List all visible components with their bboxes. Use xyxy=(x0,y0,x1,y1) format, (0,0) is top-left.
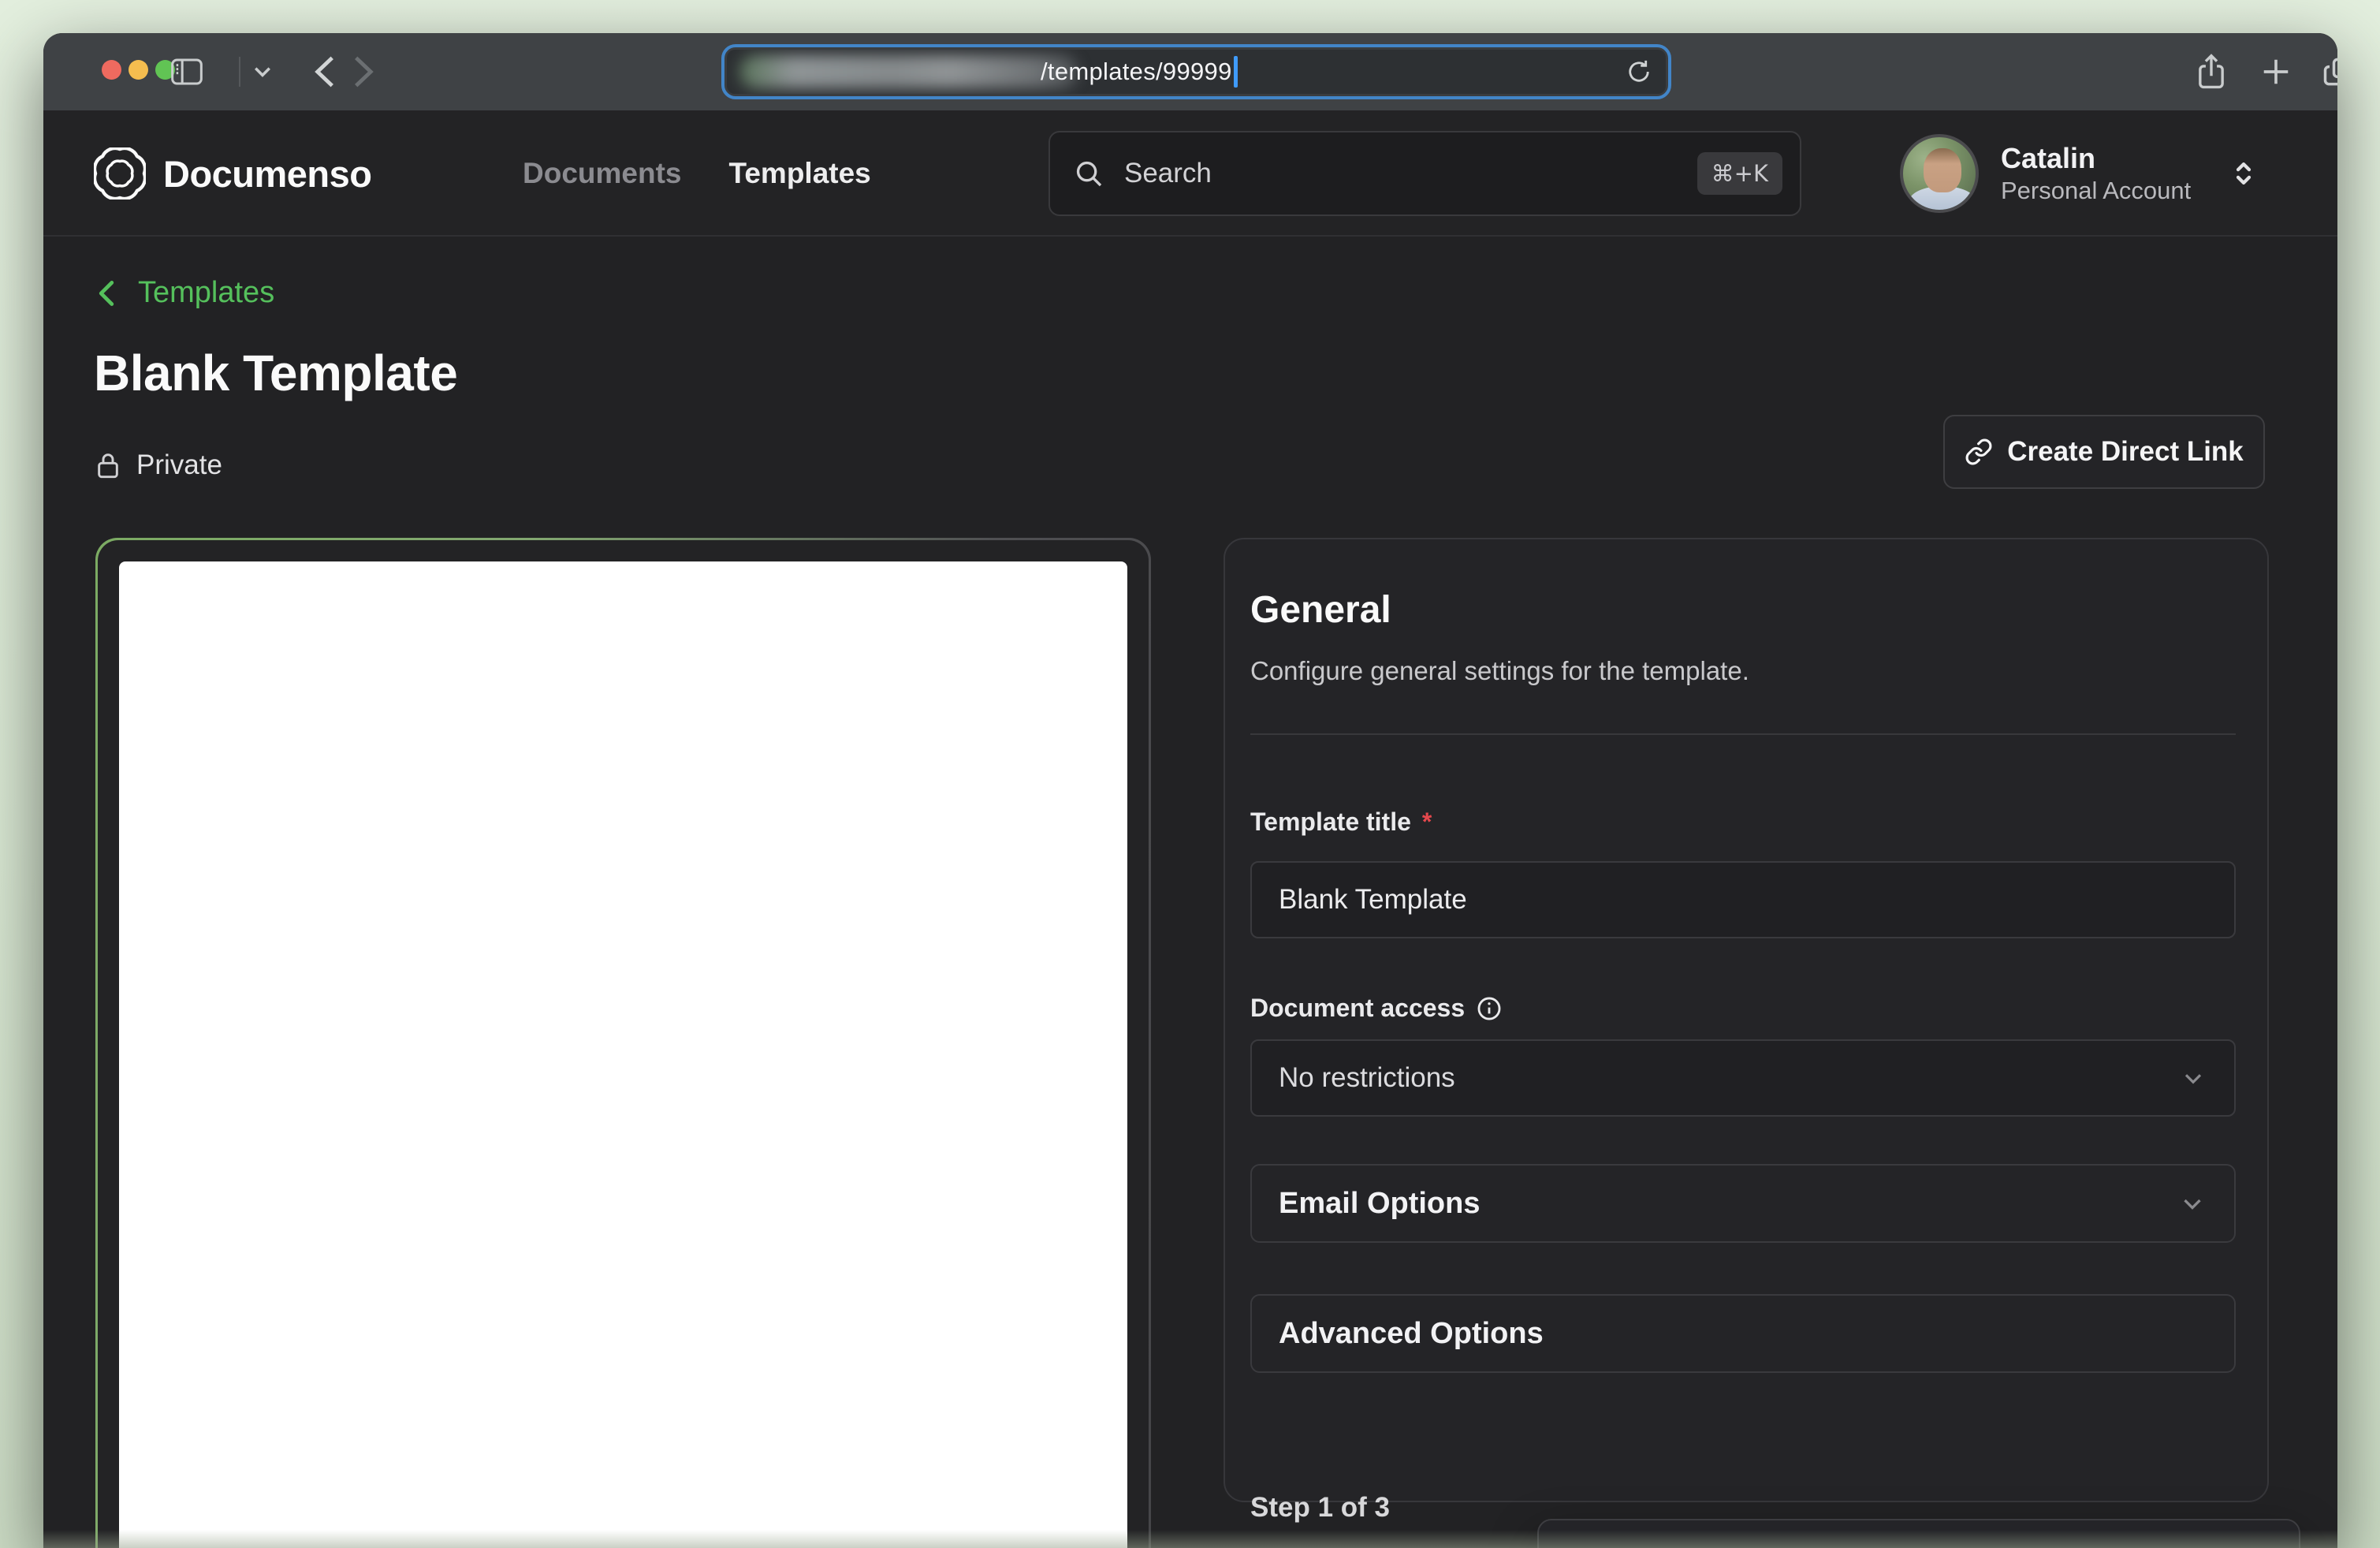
search-placeholder: Search xyxy=(1124,158,1697,189)
account-text: Catalin Personal Account xyxy=(2001,140,2191,207)
settings-panel-inner: General Configure general settings for t… xyxy=(1250,539,2236,1501)
search-icon xyxy=(1074,159,1104,188)
chevron-down-icon xyxy=(254,66,271,77)
address-field: /templates/99999 xyxy=(727,50,1666,94)
panel-divider xyxy=(1250,733,2236,735)
required-asterisk: * xyxy=(1422,808,1432,837)
url-domain-redaction xyxy=(739,55,1078,88)
brand-name: Documenso xyxy=(163,152,372,196)
create-direct-link-button[interactable]: Create Direct Link xyxy=(1943,415,2265,489)
chevrons-up-down-icon xyxy=(2227,155,2260,192)
plus-icon xyxy=(2259,55,2292,88)
traffic-light-minimize[interactable] xyxy=(128,60,148,80)
avatar-face xyxy=(1924,148,1961,192)
search-shortcut-badge: ⌘+K xyxy=(1697,152,1782,195)
address-bar[interactable]: /templates/99999 xyxy=(721,44,1671,99)
template-title-input[interactable] xyxy=(1250,861,2236,938)
app-header: Documenso Documents Templates Search ⌘+K… xyxy=(43,110,2337,237)
panel-subtitle: Configure general settings for the templ… xyxy=(1250,656,1749,686)
template-title-label: Template title * xyxy=(1250,808,1432,837)
browser-toolbar: /templates/99999 xyxy=(43,33,2337,110)
reload-icon xyxy=(1625,58,1653,86)
url-path: /templates/99999 xyxy=(1041,58,1232,86)
page-content: Templates Blank Template Private Create … xyxy=(43,238,2337,1548)
advanced-options-toggle[interactable]: Advanced Options xyxy=(1250,1294,2236,1373)
breadcrumb-label: Templates xyxy=(138,276,274,310)
nav-item-templates[interactable]: Templates xyxy=(728,157,870,190)
template-title-label-text: Template title xyxy=(1250,808,1411,837)
back-icon xyxy=(315,55,335,88)
breadcrumb-templates-link[interactable]: Templates xyxy=(95,276,274,310)
toolbar-divider xyxy=(239,57,240,87)
avatar xyxy=(1900,134,1979,213)
nav-item-documents[interactable]: Documents xyxy=(523,157,681,190)
visibility-badge: Private xyxy=(95,449,222,481)
share-icon xyxy=(2196,54,2227,90)
document-preview-inner xyxy=(98,540,1149,1548)
document-page xyxy=(119,561,1127,1548)
panel-title: General xyxy=(1250,588,1391,632)
chevron-down-icon xyxy=(2179,1064,2207,1092)
document-access-label: Document access xyxy=(1250,994,1503,1023)
browser-window: /templates/99999 xyxy=(43,33,2337,1548)
tab-overview-button[interactable] xyxy=(2311,33,2337,110)
settings-panel: General Configure general settings for t… xyxy=(1224,538,2269,1502)
page-title: Blank Template xyxy=(94,344,457,402)
documenso-logo[interactable]: Documenso xyxy=(94,110,372,237)
search-input[interactable]: Search ⌘+K xyxy=(1048,131,1801,216)
chevron-left-icon xyxy=(95,280,117,307)
visibility-label: Private xyxy=(136,449,222,481)
info-icon[interactable] xyxy=(1476,995,1503,1022)
document-preview-card xyxy=(95,538,1151,1548)
toast-notification: Template saved Your templates has been s… xyxy=(1537,1519,2300,1548)
document-access-select[interactable]: No restrictions xyxy=(1250,1039,2236,1117)
email-options-toggle[interactable]: Email Options xyxy=(1250,1164,2236,1243)
traffic-light-close[interactable] xyxy=(102,60,121,80)
share-button[interactable] xyxy=(2184,33,2239,110)
account-name: Catalin xyxy=(2001,140,2191,176)
forward-icon xyxy=(353,55,374,88)
advanced-options-label: Advanced Options xyxy=(1279,1317,1544,1351)
lock-icon xyxy=(95,451,121,479)
sidebar-icon xyxy=(171,58,203,85)
text-caret xyxy=(1234,56,1238,88)
chevron-down-icon xyxy=(2177,1188,2207,1218)
reload-button[interactable] xyxy=(1625,50,1653,94)
link-icon xyxy=(1965,438,1993,466)
documenso-logo-icon xyxy=(94,147,146,200)
main-nav: Documents Templates xyxy=(523,110,871,237)
step-indicator: Step 1 of 3 xyxy=(1250,1492,1390,1524)
document-access-value: No restrictions xyxy=(1279,1062,1455,1094)
account-type: Personal Account xyxy=(2001,176,2191,207)
tabs-icon xyxy=(2321,54,2337,89)
new-tab-button[interactable] xyxy=(2248,33,2304,110)
sidebar-toggle-button[interactable] xyxy=(162,33,212,110)
document-access-label-text: Document access xyxy=(1250,994,1465,1023)
create-direct-link-label: Create Direct Link xyxy=(2007,436,2244,468)
forward-button[interactable] xyxy=(348,33,379,110)
account-menu[interactable]: Catalin Personal Account xyxy=(1900,110,2260,237)
email-options-label: Email Options xyxy=(1279,1187,1480,1221)
url-text: /templates/99999 xyxy=(1041,50,1238,94)
